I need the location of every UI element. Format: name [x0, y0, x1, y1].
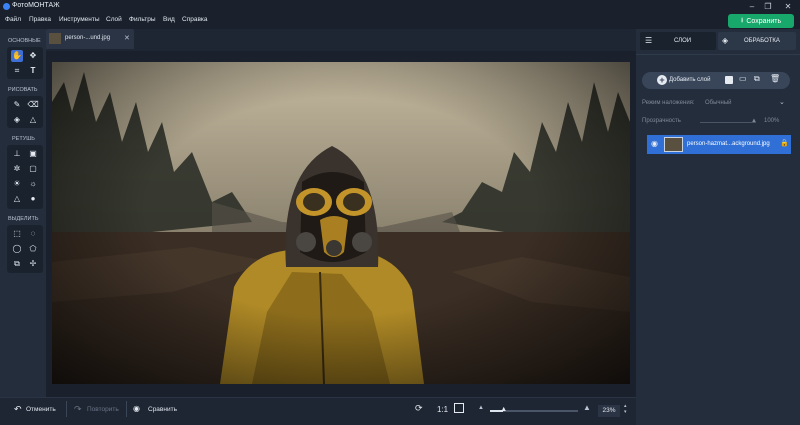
lock-icon[interactable]: 🔒: [780, 139, 789, 147]
menu-tools[interactable]: Инструменты: [59, 16, 100, 23]
chevron-down-icon[interactable]: ⌄: [779, 98, 785, 106]
duplicate-icon[interactable]: ⧉: [754, 74, 760, 84]
fill-tool-icon[interactable]: ◈: [11, 114, 23, 126]
sharpen-tool-icon[interactable]: △: [11, 193, 23, 205]
lasso-icon[interactable]: ◯: [11, 243, 23, 255]
document-tab[interactable]: person-...und.jpg ✕: [46, 29, 134, 49]
blur-tool-icon[interactable]: ●: [27, 193, 39, 205]
layers-stack-icon: ◈: [722, 36, 729, 45]
healing-tool-icon[interactable]: ✲: [11, 163, 23, 175]
zoom-readout[interactable]: 23%: [598, 405, 620, 417]
burn-tool-icon[interactable]: ☼: [27, 178, 39, 190]
save-button[interactable]: ⭳ Сохранить: [728, 14, 794, 28]
tab-processing-label: ОБРАБОТКА: [744, 38, 780, 44]
canvas-photo[interactable]: [52, 62, 630, 384]
menu-view[interactable]: Вид: [163, 16, 175, 23]
section-basic-label: ОСНОВНЫЕ: [8, 38, 41, 44]
opacity-label: Прозрачность: [642, 118, 681, 124]
eye-visibility-icon[interactable]: ◉: [651, 139, 658, 148]
shapes-tool-icon[interactable]: △: [27, 114, 39, 126]
tab-layers[interactable]: ☰ СЛОИ: [640, 32, 716, 50]
close-tab-icon[interactable]: ✕: [124, 34, 130, 42]
add-layer-label: Добавить слой: [669, 77, 711, 83]
hand-tool-icon[interactable]: ✋: [11, 50, 23, 62]
layer-item[interactable]: ◉ person-hazmat...ackground.jpg 🔒: [647, 135, 791, 154]
divider: [636, 54, 800, 55]
photo-illustration: [52, 62, 630, 384]
divider: [126, 401, 127, 417]
menu-edit[interactable]: Правка: [29, 16, 51, 23]
add-layer-button[interactable]: + Добавить слой ▭ ⧉ 🗑: [642, 72, 790, 89]
minimize-button[interactable]: –: [746, 1, 758, 12]
title-bar: [0, 0, 800, 13]
document-tab-label: person-...und.jpg: [65, 35, 111, 41]
document-tabbar: [46, 29, 636, 51]
maximize-button[interactable]: ❐: [762, 1, 774, 12]
rect-select-icon[interactable]: ⬚: [11, 228, 23, 240]
ellipse-select-icon[interactable]: ◌: [27, 228, 39, 240]
menu-file[interactable]: Файл: [5, 16, 21, 23]
divider: [66, 401, 67, 417]
layer-thumbnail: [664, 137, 683, 152]
opacity-slider-thumb[interactable]: ▲: [751, 118, 757, 124]
compare-eye-icon[interactable]: ◉: [133, 404, 140, 413]
actual-size-button[interactable]: 1:1: [437, 405, 448, 414]
retouch-tools-panel: ⊥ ▣ ✲ ▢ ☀ ☼ △ ●: [7, 145, 43, 209]
dodge-tool-icon[interactable]: ☀: [11, 178, 23, 190]
opacity-value: 100%: [764, 118, 780, 124]
layer-name: person-hazmat...ackground.jpg: [687, 141, 770, 147]
select-tools-panel: ⬚ ◌ ◯ ⬠ ⧉ ✢: [7, 225, 43, 273]
zoom-in-mountain-icon[interactable]: ▲: [583, 403, 591, 412]
tab-layers-label: СЛОИ: [674, 38, 692, 44]
menu-help[interactable]: Справка: [182, 16, 208, 23]
redo-icon[interactable]: ↷: [74, 404, 82, 415]
section-draw-label: РИСОВАТЬ: [8, 87, 38, 93]
compare-button[interactable]: Сравнить: [148, 406, 177, 413]
draw-tools-panel: ✎ ⌫ ◈ △: [7, 96, 43, 128]
blend-mode-select[interactable]: Обычный: [705, 100, 732, 106]
image-layer-icon[interactable]: [725, 76, 733, 84]
stamp-tool-icon[interactable]: ⊥: [11, 148, 23, 160]
polygon-lasso-icon[interactable]: ⬠: [27, 243, 39, 255]
text-tool-icon[interactable]: T: [27, 65, 39, 77]
tab-processing[interactable]: ◈ ОБРАБОТКА: [718, 32, 796, 50]
blend-mode-label: Режим наложения:: [642, 100, 695, 106]
patch-tool-icon[interactable]: ▣: [27, 148, 39, 160]
window-title: ФотоМОНТАЖ: [12, 2, 60, 9]
undo-button[interactable]: Отменить: [26, 406, 56, 413]
zoom-spinner-icon[interactable]: ▴ ▾: [624, 403, 627, 415]
redo-button[interactable]: Повторить: [87, 406, 119, 413]
basic-tools-panel: ✋ ✥ ⌗ T: [7, 47, 43, 79]
close-button[interactable]: ✕: [782, 1, 794, 12]
magic-select-icon[interactable]: ⧉: [11, 258, 23, 270]
zoom-slider-thumb[interactable]: ▲: [500, 406, 507, 413]
menu-filters[interactable]: Фильтры: [129, 16, 156, 23]
zoom-out-mountain-icon[interactable]: ▲: [478, 405, 484, 411]
undo-icon[interactable]: ↶: [14, 404, 22, 415]
move-tool-icon[interactable]: ✥: [27, 50, 39, 62]
app-logo-icon: [3, 3, 10, 10]
trash-icon[interactable]: 🗑: [770, 74, 780, 83]
section-retouch-label: РЕТУШЬ: [12, 136, 35, 142]
section-select-label: ВЫДЕЛИТЬ: [8, 216, 39, 222]
menu-layer[interactable]: Слой: [106, 16, 122, 23]
brush-tool-icon[interactable]: ✎: [11, 99, 23, 111]
plus-icon: +: [657, 75, 667, 85]
frame-tool-icon[interactable]: ▢: [27, 163, 39, 175]
rotate-icon[interactable]: ⟳: [415, 403, 423, 414]
magic-wand-icon[interactable]: ✢: [27, 258, 39, 270]
save-button-label: Сохранить: [746, 17, 782, 25]
sliders-icon: ☰: [645, 36, 653, 45]
crop-tool-icon[interactable]: ⌗: [11, 65, 23, 77]
eraser-tool-icon[interactable]: ⌫: [27, 99, 39, 111]
document-thumbnail: [49, 33, 61, 44]
folder-icon[interactable]: ▭: [739, 74, 747, 83]
download-icon: ⭳: [740, 16, 744, 24]
opacity-slider-track[interactable]: [700, 122, 756, 123]
fit-screen-icon[interactable]: [454, 403, 464, 413]
